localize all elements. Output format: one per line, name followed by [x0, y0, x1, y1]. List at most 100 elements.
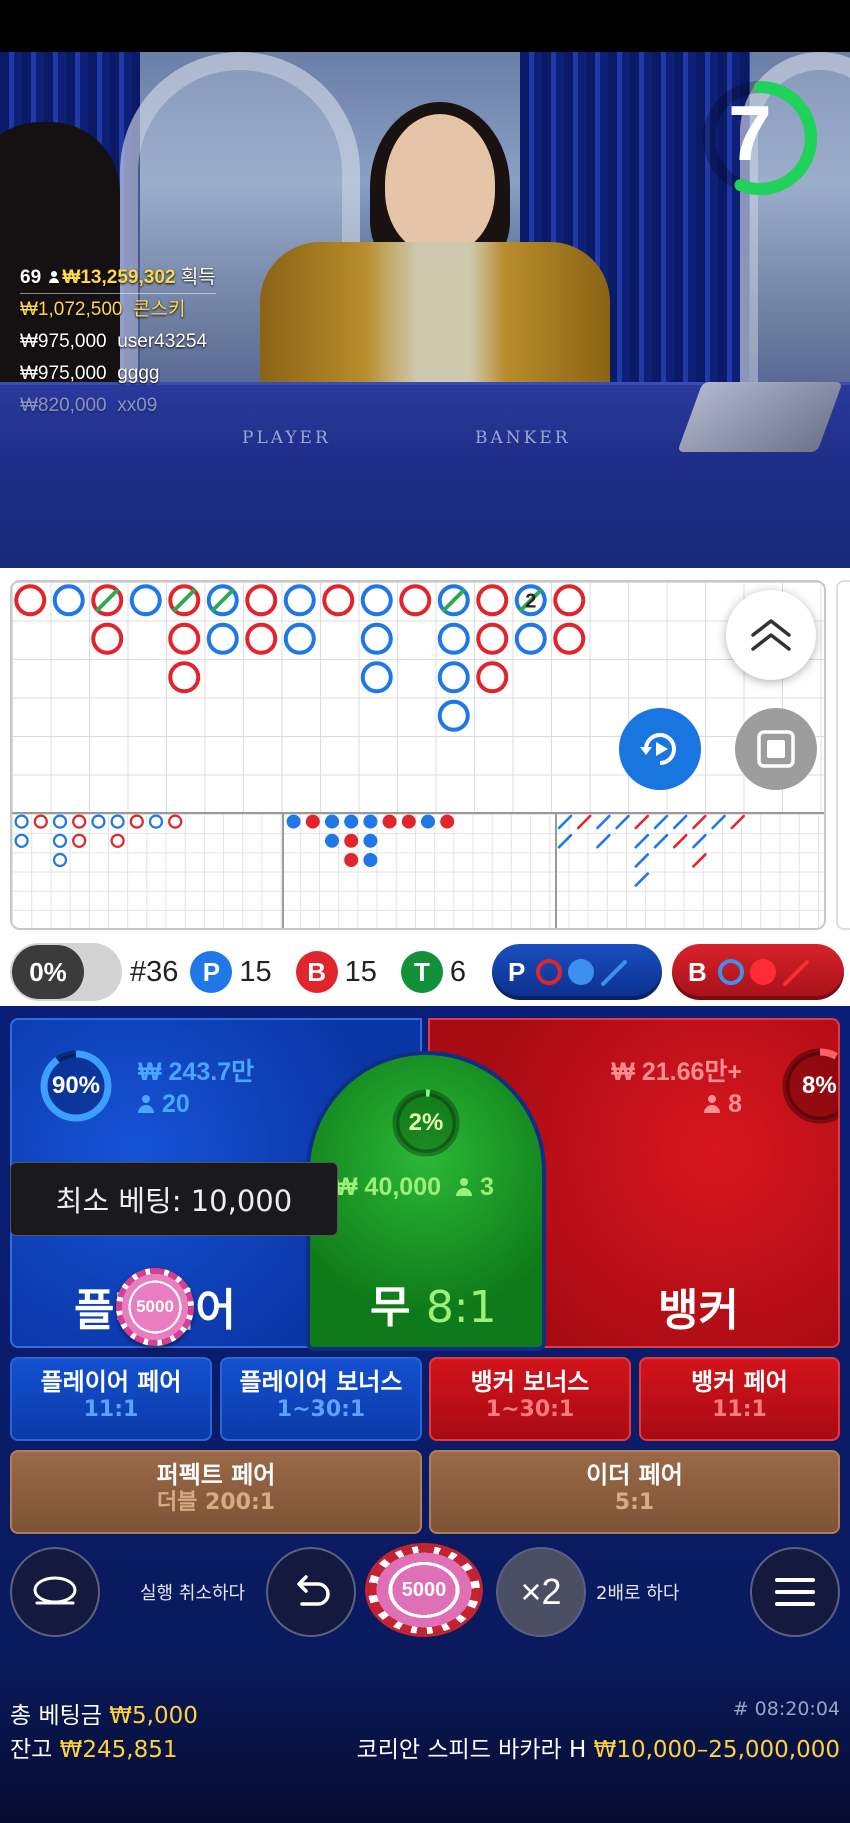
side-bet-title: 뱅커 페어: [691, 1368, 788, 1396]
total-bet: 총 베팅금 ₩5,000: [10, 1696, 198, 1730]
side-bet-odds: 1~30:1: [276, 1397, 366, 1422]
big-eye-bead: [52, 852, 68, 868]
table-info[interactable]: 코리안 스피드 바카라 H ₩10,000–25,000,000: [357, 1730, 840, 1764]
side-bet-title: 이더 페어: [586, 1461, 683, 1489]
winner-row: ₩975,000 gggg: [20, 358, 216, 390]
tie-label: 무: [370, 1282, 411, 1333]
big-road-bead: [514, 622, 547, 655]
perfect-pair-bet[interactable]: 퍼펙트 페어 더블 200:1: [10, 1450, 422, 1534]
percent-toggle-value: 0%: [12, 945, 84, 999]
tie-title: 무 8:1: [370, 1271, 497, 1335]
undo-button[interactable]: [266, 1547, 356, 1637]
winners-total: ₩13,259,302: [62, 267, 176, 288]
big-road-bead: [245, 622, 278, 655]
big-road-bead: [437, 661, 470, 694]
banker-total-amount: ₩ 21.66만+: [611, 1058, 742, 1086]
winner-amount: ₩820,000: [20, 395, 107, 416]
collapse-roadmap-button[interactable]: [726, 590, 816, 680]
total-bet-label: 총 베팅금: [10, 1703, 102, 1729]
next-panel-edge[interactable]: [836, 580, 850, 930]
cockroach-slash: [615, 814, 630, 830]
big-eye-bead: [110, 833, 125, 848]
banker-percent-ring: 8%: [780, 1046, 838, 1126]
big-road-bead: [476, 661, 509, 694]
double-button[interactable]: ×2: [496, 1547, 586, 1637]
player-bonus-bet[interactable]: 플레이어 보너스 1~30:1: [220, 1357, 422, 1441]
banker-percent: 8%: [802, 1072, 837, 1099]
small-road-bead: [325, 814, 339, 829]
side-bet-odds: 1~30:1: [485, 1397, 575, 1422]
predict-player-button[interactable]: P: [492, 944, 662, 1000]
big-eye-bead: [91, 814, 106, 829]
side-bet-title: 뱅커 보너스: [470, 1368, 590, 1396]
winners-list: 69 ₩13,259,302 획득 ₩1,072,500 콘스키 ₩975,00…: [20, 262, 216, 422]
cockroach-slash: [576, 814, 592, 830]
tie-slash: [171, 587, 197, 613]
cockroach-slash: [692, 853, 707, 868]
big-road-bead: [14, 584, 47, 617]
tie-badge: T: [400, 951, 443, 993]
cockroach-slash: [634, 853, 650, 868]
cockroach-slash: [653, 814, 669, 830]
cockroach-slash: [711, 814, 726, 830]
big-road-bead: [553, 584, 586, 617]
player-bettor-count: 20: [162, 1090, 190, 1118]
side-bet-odds: 5:1: [614, 1490, 655, 1515]
replay-button[interactable]: [619, 708, 701, 790]
replay-icon: [640, 733, 676, 765]
footer: 총 베팅금 ₩5,000 잔고 ₩245,851 # 08:20:04 코리안 …: [0, 1646, 850, 1823]
either-pair-bet[interactable]: 이더 페어 5:1: [429, 1450, 840, 1534]
felt-banker-label: BANKER: [475, 428, 571, 448]
player-pair-bet[interactable]: 플레이어 페어 11:1: [10, 1357, 212, 1441]
big-road-bead: [476, 584, 509, 617]
menu-button[interactable]: [750, 1547, 840, 1637]
tie-bet-zone[interactable]: 2% ₩ 40,000 3 무 8:1: [306, 1051, 546, 1351]
banker-bettors: 8: [704, 1090, 742, 1119]
tie-count: 6: [449, 955, 467, 988]
big-road-bead: [360, 584, 393, 617]
banker-count: 15: [344, 955, 377, 988]
big-road: 2: [14, 584, 746, 887]
tie-slash: [441, 587, 467, 613]
big-eye-bead: [14, 833, 29, 848]
round-number: #36: [130, 955, 179, 988]
player-bettors: 20: [138, 1090, 190, 1119]
banker-pair-bet[interactable]: 뱅커 페어 11:1: [639, 1357, 840, 1441]
chip-selector[interactable]: 5000: [368, 1546, 480, 1634]
predict-banker-button[interactable]: B: [672, 944, 844, 1000]
countdown-timer: 7: [700, 78, 820, 198]
double-label: 2배로 하다: [596, 1583, 680, 1604]
player-percent-ring: 90%: [38, 1048, 114, 1124]
chat-button[interactable]: [10, 1547, 100, 1637]
banker-badge: B: [295, 951, 338, 993]
big-road-bead: [360, 622, 393, 655]
cockroach-slash: [730, 814, 746, 830]
winner-name: user43254: [117, 331, 207, 352]
big-road-bead: [168, 661, 201, 694]
big-eye-bead: [52, 814, 68, 829]
banker-bonus-bet[interactable]: 뱅커 보너스 1~30:1: [429, 1357, 631, 1441]
small-road-bead: [363, 833, 378, 848]
winner-name: 콘스키: [133, 299, 186, 320]
side-bet-odds: 11:1: [712, 1397, 767, 1422]
small-road-bead: [421, 814, 435, 829]
big-eye-bead: [168, 814, 183, 829]
min-bet-tooltip: 최소 베팅: 10,000: [10, 1162, 338, 1236]
big-road-bead: [360, 661, 393, 694]
card-shoe: [677, 382, 843, 452]
winners-count: 69: [20, 267, 42, 288]
pip-icon: [757, 730, 795, 768]
predict-player-icons: [536, 959, 628, 986]
big-road-bead: [399, 584, 432, 617]
percent-toggle[interactable]: 0%: [10, 943, 122, 1001]
tie-count-marker: 2: [525, 590, 536, 612]
picture-in-picture-button[interactable]: [735, 708, 817, 790]
player-count: 15: [239, 955, 272, 988]
undo-label: 실행 취소하다: [140, 1583, 246, 1604]
table-name: 코리안 스피드 바카라 H: [356, 1737, 587, 1763]
big-eye-bead: [72, 833, 87, 848]
banker-title: 뱅커: [658, 1285, 739, 1336]
winners-suffix: 획득: [180, 267, 216, 288]
cockroach-slash: [596, 814, 611, 830]
big-eye-bead: [72, 814, 87, 829]
